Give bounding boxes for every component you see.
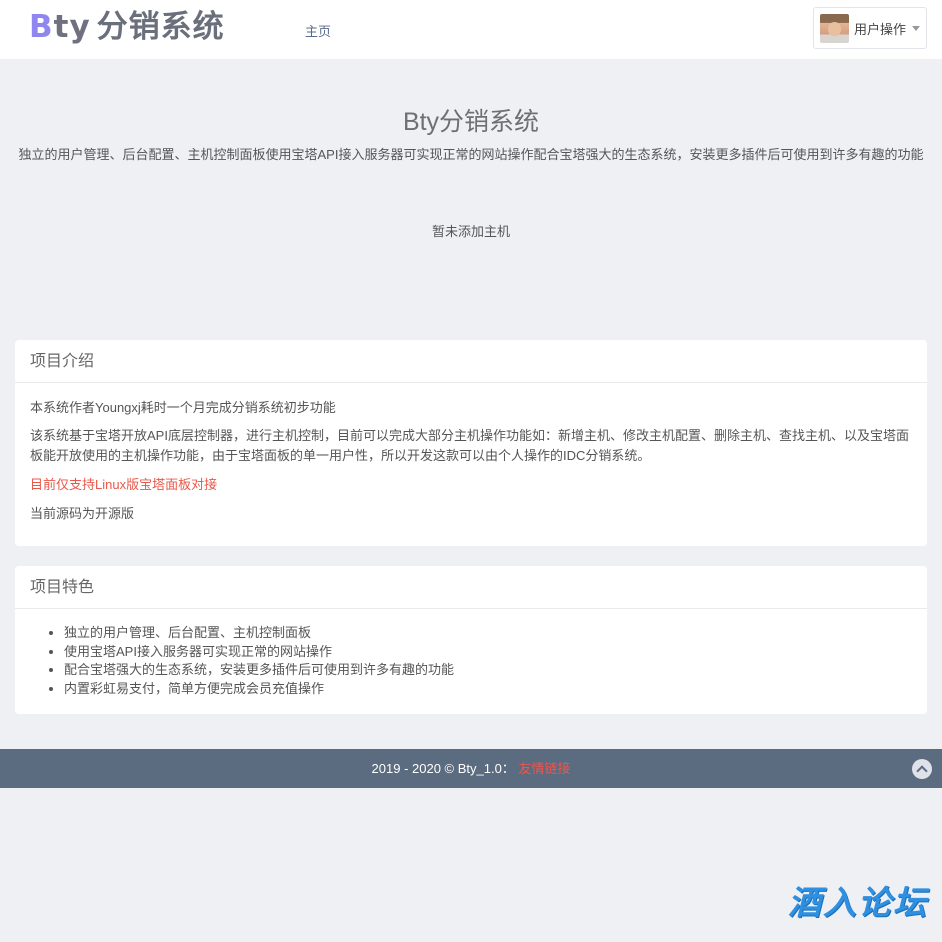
list-item: 使用宝塔API接入服务器可实现正常的网站操作 bbox=[64, 643, 912, 662]
project-intro-heading: 项目介绍 bbox=[15, 340, 927, 383]
logo-letter-b: B bbox=[29, 9, 54, 45]
user-menu-label: 用户操作 bbox=[854, 21, 907, 37]
friend-links-link[interactable]: 友情链接 bbox=[518, 761, 570, 776]
features-list: 独立的用户管理、后台配置、主机控制面板 使用宝塔API接入服务器可实现正常的网站… bbox=[30, 624, 912, 698]
intro-paragraph-author: 本系统作者Youngxj耗时一个月完成分销系统初步功能 bbox=[30, 400, 336, 415]
list-item: 配合宝塔强大的生态系统，安装更多插件后可使用到许多有趣的功能 bbox=[64, 661, 912, 680]
project-features-panel: 项目特色 独立的用户管理、后台配置、主机控制面板 使用宝塔API接入服务器可实现… bbox=[15, 566, 927, 714]
footer-copyright: 2019 - 2020 © Bty_1.0： bbox=[371, 761, 515, 776]
page-footer: 2019 - 2020 © Bty_1.0： 友情链接 bbox=[0, 749, 942, 788]
site-logo[interactable]: Bty 分销系统 bbox=[29, 8, 225, 46]
project-features-heading: 项目特色 bbox=[15, 566, 927, 609]
empty-hosts-message: 暂未添加主机 bbox=[431, 224, 510, 239]
intro-paragraph-open-source: 当前源码为开源版 bbox=[30, 506, 135, 521]
nav-home-link[interactable]: 主页 bbox=[305, 21, 331, 40]
intro-paragraph-description: 该系统基于宝塔开放API底层控制器，进行主机控制，目前可以完成大部分主机操作功能… bbox=[30, 428, 909, 463]
logo-chinese-text: 分销系统 bbox=[96, 9, 225, 45]
back-to-top-button[interactable] bbox=[912, 759, 932, 779]
user-menu-dropdown[interactable]: 用户操作 bbox=[813, 7, 927, 49]
hero-description: 独立的用户管理、后台配置、主机控制面板使用宝塔API接入服务器可实现正常的网站操… bbox=[18, 147, 924, 162]
project-intro-panel: 项目介绍 本系统作者Youngxj耗时一个月完成分销系统初步功能 该系统基于宝塔… bbox=[15, 340, 927, 546]
project-features-body: 独立的用户管理、后台配置、主机控制面板 使用宝塔API接入服务器可实现正常的网站… bbox=[15, 609, 927, 698]
list-item: 内置彩虹易支付，简单方便完成会员充值操作 bbox=[64, 680, 912, 699]
list-item: 独立的用户管理、后台配置、主机控制面板 bbox=[64, 624, 912, 643]
project-intro-body: 本系统作者Youngxj耗时一个月完成分销系统初步功能 该系统基于宝塔开放API… bbox=[15, 383, 927, 524]
logo-letters-ty: ty bbox=[53, 9, 91, 45]
watermark-logo: 酒入论坛 bbox=[788, 883, 928, 922]
intro-paragraph-linux-only: 目前仅支持Linux版宝塔面板对接 bbox=[30, 477, 218, 492]
top-navbar: Bty 分销系统 主页 用户操作 bbox=[0, 0, 942, 59]
hero-title: Bty分销系统 bbox=[402, 108, 540, 136]
chevron-down-icon bbox=[912, 26, 921, 31]
avatar bbox=[820, 13, 849, 43]
